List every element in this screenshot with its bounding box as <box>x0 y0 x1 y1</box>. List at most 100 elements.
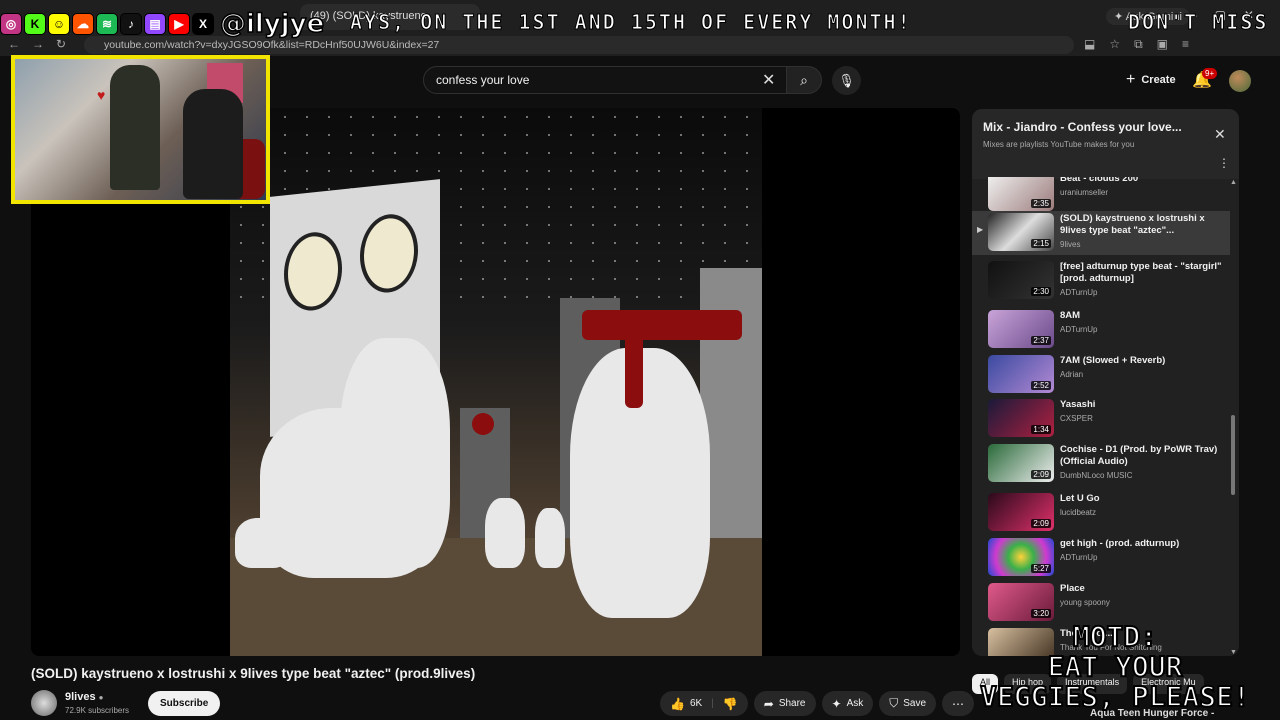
verified-icon: ● <box>98 693 104 702</box>
search-button[interactable]: ⌕ <box>786 66 822 94</box>
instagram-icon: ◎ <box>0 13 22 35</box>
item-title[interactable]: Place <box>1060 583 1225 595</box>
more-vert-icon[interactable]: ⋮ <box>1218 156 1230 170</box>
share-label: Share <box>778 698 806 709</box>
search-input[interactable]: confess your love <box>423 66 787 94</box>
account-avatar[interactable] <box>1229 70 1251 92</box>
item-title[interactable]: (SOLD) kaystrueno x lostrushi x 9lives t… <box>1060 213 1225 237</box>
list-item[interactable]: 2:35 Beat - clouds 200 uraniumseller <box>972 177 1230 215</box>
thumbs-down-icon[interactable]: 👎 <box>723 697 738 711</box>
item-channel[interactable]: lucidbeatz <box>1060 508 1225 517</box>
heart-decoration: ♥ <box>97 87 106 103</box>
list-item[interactable]: 2:09 Let U Go lucidbeatz <box>972 491 1230 535</box>
voice-search-button[interactable]: 🎙 <box>832 66 861 95</box>
scroll-thumb[interactable] <box>1231 415 1235 495</box>
hand <box>235 518 290 568</box>
create-label: Create <box>1141 74 1176 86</box>
create-button[interactable]: + Create <box>1118 68 1184 92</box>
item-channel[interactable]: ADTurnUp <box>1060 553 1225 562</box>
list-item[interactable]: 3:20 Place young spoony <box>972 581 1230 625</box>
clock-face <box>360 211 418 296</box>
list-item[interactable]: 2:09 Cochise - D1 (Prod. by PoWR Trav) (… <box>972 442 1230 486</box>
share-icon: ➦ <box>763 696 774 711</box>
thumbnail[interactable]: 2:52 <box>988 355 1054 393</box>
ask-label: Ask <box>846 698 864 709</box>
duration-badge: 2:37 <box>1031 336 1051 345</box>
item-channel[interactable]: Adrian <box>1060 370 1225 379</box>
thumbnail[interactable]: 2:09 <box>988 444 1054 482</box>
channel-name-text[interactable]: 9lives <box>65 691 96 703</box>
webcam-overlay: ♥ <box>11 55 270 204</box>
playlist-title[interactable]: Mix - Jiandro - Confess your love... <box>983 120 1182 134</box>
thumbnail[interactable]: 2:35 <box>988 177 1054 211</box>
twitch-icon: ▤ <box>144 13 166 35</box>
item-title[interactable]: get high - (prod. adturnup) <box>1060 538 1225 550</box>
motd-line: MOTD: <box>1072 620 1158 653</box>
thumbs-up-icon: 👍 <box>670 696 685 711</box>
thumbnail[interactable]: 1:34 <box>988 399 1054 437</box>
duration-badge: 2:30 <box>1031 287 1051 296</box>
subscribe-button[interactable]: Subscribe <box>148 691 221 716</box>
x-icon: X <box>192 13 214 35</box>
motd-overlay: MOTD: EAT YOUR VEGGIES, PLEASE! <box>950 620 1280 713</box>
item-channel[interactable]: ADTurnUp <box>1060 288 1225 297</box>
person-standing <box>110 65 160 190</box>
item-title[interactable]: Beat - clouds 200 <box>1060 177 1225 185</box>
thumbnail[interactable]: 5:27 <box>988 538 1054 576</box>
list-item[interactable]: 2:30 [free] adturnup type beat - "stargi… <box>972 259 1230 303</box>
thumbnail[interactable]: 2:30 <box>988 261 1054 299</box>
item-channel[interactable]: young spoony <box>1060 598 1225 607</box>
channel-name[interactable]: 9lives ● <box>65 691 103 703</box>
like-button[interactable]: 👍 6K | 👎 <box>660 691 748 716</box>
social-icons-strip: ◎ K ☺ ☁ ≋ ♪ ▤ ▶ X @ilyjye <box>0 8 325 40</box>
item-title[interactable]: Cochise - D1 (Prod. by PoWR Trav) (Offic… <box>1060 444 1225 468</box>
ticker-text: AYS, ON THE 1ST AND 15TH OF EVERY MONTH! <box>350 10 912 35</box>
item-channel[interactable]: DumbNLoco MUSIC <box>1060 471 1225 480</box>
hand <box>535 508 565 568</box>
list-item[interactable]: 2:37 8AM ADTurnUp <box>972 308 1230 352</box>
toolbar-icons[interactable]: ⬓☆⧉▣≡ <box>1084 37 1203 52</box>
duration-badge: 2:09 <box>1031 470 1051 479</box>
motd-line: EAT YOUR <box>1047 650 1184 683</box>
item-title[interactable]: [free] adturnup type beat - "stargirl" [… <box>1060 261 1225 285</box>
list-item[interactable]: 5:27 get high - (prod. adturnup) ADTurnUp <box>972 536 1230 580</box>
channel-avatar[interactable] <box>31 690 57 716</box>
kick-icon: K <box>24 13 46 35</box>
save-button[interactable]: ⛉ Save <box>879 691 937 716</box>
list-item-current[interactable]: ▶ 2:15 (SOLD) kaystrueno x lostrushi x 9… <box>972 211 1230 255</box>
item-title[interactable]: Let U Go <box>1060 493 1225 505</box>
playlist-subtitle: Mixes are playlists YouTube makes for yo… <box>983 140 1135 149</box>
thumbnail[interactable]: 2:09 <box>988 493 1054 531</box>
item-title[interactable]: 8AM <box>1060 310 1225 322</box>
duration-badge: 2:15 <box>1031 239 1051 248</box>
playlist-scrollbar[interactable]: ▲ ▼ <box>1230 179 1237 656</box>
thumbnail[interactable]: 2:15 <box>988 213 1054 251</box>
plus-icon: + <box>1126 71 1136 88</box>
item-channel[interactable]: uraniumseller <box>1060 188 1225 197</box>
item-channel[interactable]: 9lives <box>1060 240 1225 249</box>
duration-badge: 3:20 <box>1031 609 1051 618</box>
ask-button[interactable]: ✦ Ask <box>821 691 874 716</box>
list-item[interactable]: 1:34 Yasashi CXSPER <box>972 397 1230 441</box>
video-frame[interactable] <box>230 108 762 656</box>
thumbnail[interactable]: 2:37 <box>988 310 1054 348</box>
list-item[interactable]: 2:52 7AM (Slowed + Reverb) Adrian <box>972 353 1230 397</box>
duration-badge: 1:34 <box>1031 425 1051 434</box>
like-count: 6K <box>689 698 703 709</box>
search-icon: ⌕ <box>800 71 808 88</box>
duration-badge: 5:27 <box>1031 564 1051 573</box>
thumbnail[interactable]: 3:20 <box>988 583 1054 621</box>
close-icon[interactable]: ✕ <box>1214 126 1226 143</box>
soundcloud-icon: ☁ <box>72 13 94 35</box>
playlist-header: Mix - Jiandro - Confess your love... Mix… <box>972 109 1239 179</box>
item-channel[interactable]: ADTurnUp <box>1060 325 1225 334</box>
item-title[interactable]: Yasashi <box>1060 399 1225 411</box>
clear-search-icon[interactable]: ✕ <box>762 70 775 90</box>
item-title[interactable]: 7AM (Slowed + Reverb) <box>1060 355 1225 367</box>
share-button[interactable]: ➦ Share <box>753 691 816 716</box>
scroll-up-icon[interactable]: ▲ <box>1230 179 1237 186</box>
clock-face <box>284 229 342 314</box>
item-channel[interactable]: CXSPER <box>1060 414 1225 423</box>
hand <box>485 498 525 568</box>
duration-badge: 2:35 <box>1031 199 1051 208</box>
